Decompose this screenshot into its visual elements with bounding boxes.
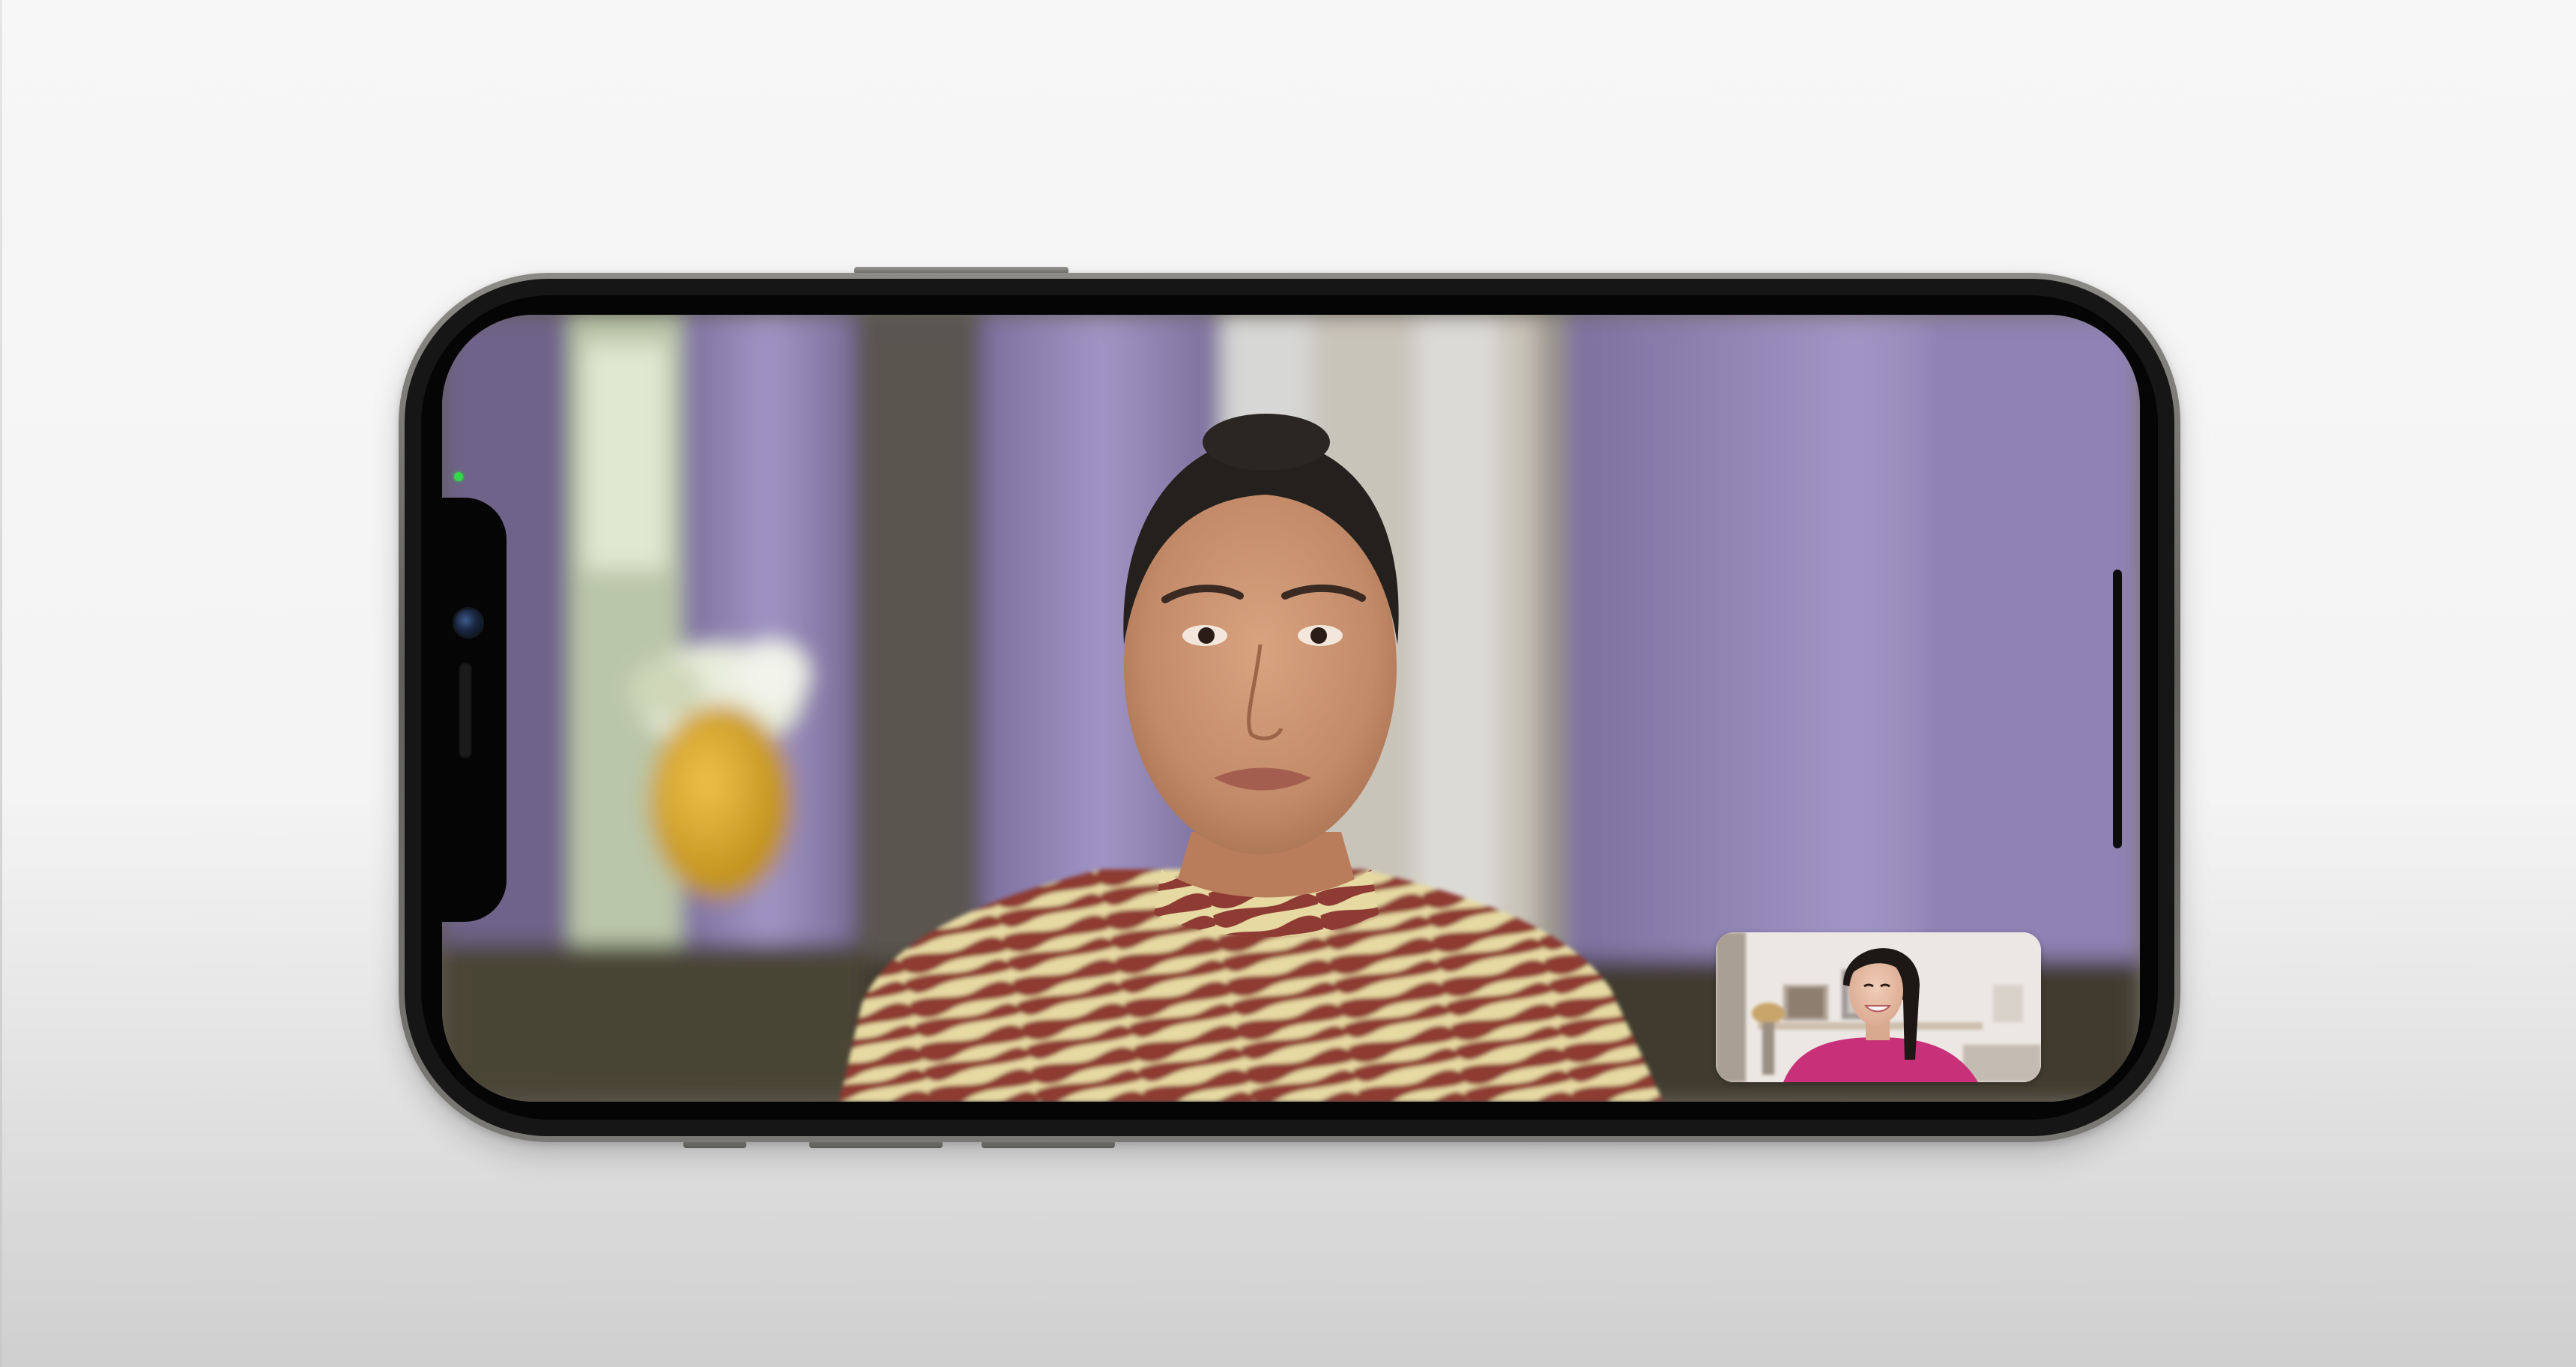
camera-in-use-indicator [454,472,463,481]
self-view-scene [1716,932,2041,1082]
self-view-preview[interactable] [1716,932,2041,1082]
page-edge [0,0,2,1367]
front-camera-icon [453,607,484,639]
home-indicator-bar[interactable] [2113,570,2122,848]
earpiece-speaker-icon [459,663,472,758]
display-notch [442,498,507,922]
